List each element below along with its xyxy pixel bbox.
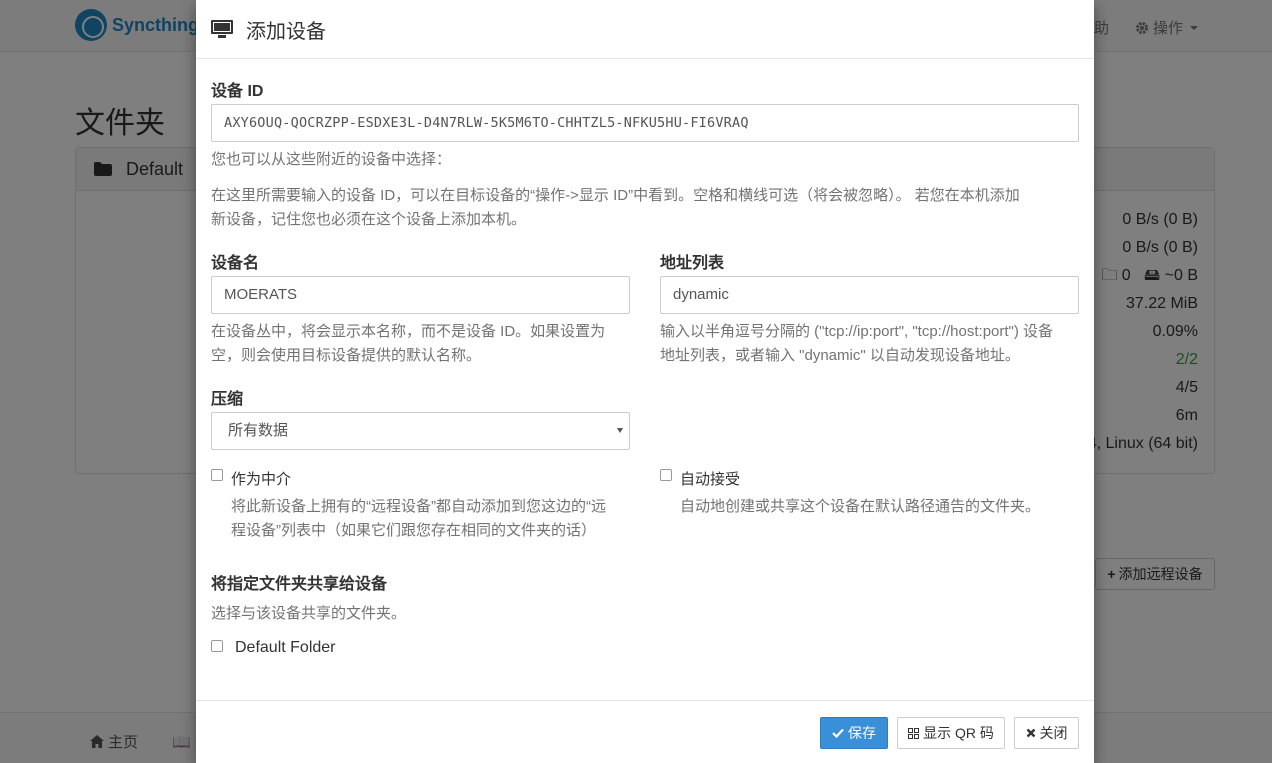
introducer-help-line: 将此新设备上拥有的“远程设备”都自动添加到您这边的“远 <box>231 498 606 515</box>
device-id-help-line: 在这里所需要输入的设备 ID，可以在目标设备的“操作->显示 ID”中看到。空格… <box>211 187 1020 204</box>
introducer-checkbox[interactable] <box>211 469 223 481</box>
auto-accept-checkbox[interactable] <box>660 469 672 481</box>
dialog-footer: 保存 显示 QR 码 关闭 <box>196 700 1094 763</box>
device-name-help: 在设备丛中，将会显示本名称，而不是设备 ID。如果设置为 空，则会使用目标设备提… <box>211 320 641 368</box>
dialog-title: 添加设备 <box>246 20 326 43</box>
device-name-input[interactable]: MOERATS <box>211 276 630 314</box>
device-id-help: 在这里所需要输入的设备 ID，可以在目标设备的“操作->显示 ID”中看到。空格… <box>211 184 1083 232</box>
device-name-help-line: 在设备丛中，将会显示本名称，而不是设备 ID。如果设置为 <box>211 323 606 340</box>
address-list-input[interactable]: dynamic <box>660 276 1079 314</box>
introducer-label[interactable]: 作为中介 <box>231 468 291 489</box>
device-id-label: 设备 ID <box>211 83 264 100</box>
auto-accept-help: 自动地创建或共享这个设备在默认路径通告的文件夹。 <box>680 498 1041 515</box>
default-folder-label[interactable]: Default Folder <box>235 639 336 657</box>
dialog-header: 添加设备 <box>196 0 1094 59</box>
address-help-line: 地址列表，或者输入 "dynamic" 以自动发现设备地址。 <box>660 347 1020 364</box>
address-help-line: 输入以半角逗号分隔的 ("tcp://ip:port", "tcp://host… <box>660 323 1054 340</box>
compression-select[interactable]: 所有数据 <box>211 412 630 450</box>
close-icon <box>1026 728 1035 738</box>
save-button[interactable]: 保存 <box>820 717 888 749</box>
device-name-help-line: 空，则会使用目标设备提供的默认名称。 <box>211 347 482 364</box>
address-list-label: 地址列表 <box>660 255 725 272</box>
device-id-input[interactable]: AXY6OUQ-QOCRZPP-ESDXE3L-D4N7RLW-5K5M6TO-… <box>211 104 1079 142</box>
device-id-help-line: 新设备，记住您也必须在这个设备上添加本机。 <box>211 211 527 228</box>
show-qr-button-label: 显示 QR 码 <box>923 725 994 741</box>
auto-accept-label[interactable]: 自动接受 <box>680 468 740 489</box>
introducer-help-line: 程设备”列表中（如果它们跟您存在相同的文件夹的话） <box>231 522 596 539</box>
device-name-label: 设备名 <box>211 255 260 272</box>
save-button-label: 保存 <box>848 725 876 741</box>
add-device-dialog: 添加设备 设备 ID AXY6OUQ-QOCRZPP-ESDXE3L-D4N7R… <box>196 0 1094 763</box>
show-qr-button[interactable]: 显示 QR 码 <box>897 717 1005 749</box>
qrcode-icon <box>908 727 920 739</box>
compression-label: 压缩 <box>211 391 244 408</box>
close-button-label: 关闭 <box>1039 725 1068 741</box>
select-arrow-icon <box>617 428 623 433</box>
address-list-help: 输入以半角逗号分隔的 ("tcp://ip:port", "tcp://host… <box>660 320 1090 368</box>
introducer-help: 将此新设备上拥有的“远程设备”都自动添加到您这边的“远 程设备”列表中（如果它们… <box>231 495 641 543</box>
check-icon <box>832 728 844 738</box>
nearby-devices-hint: 您也可以从这些附近的设备中选择： <box>211 151 452 168</box>
share-folders-help: 选择与该设备共享的文件夹。 <box>211 605 407 622</box>
close-button[interactable]: 关闭 <box>1014 717 1079 749</box>
default-folder-checkbox[interactable] <box>211 640 223 652</box>
share-folders-label: 将指定文件夹共享给设备 <box>211 576 388 593</box>
compression-selected-value: 所有数据 <box>228 422 289 439</box>
desktop-icon <box>211 20 233 38</box>
